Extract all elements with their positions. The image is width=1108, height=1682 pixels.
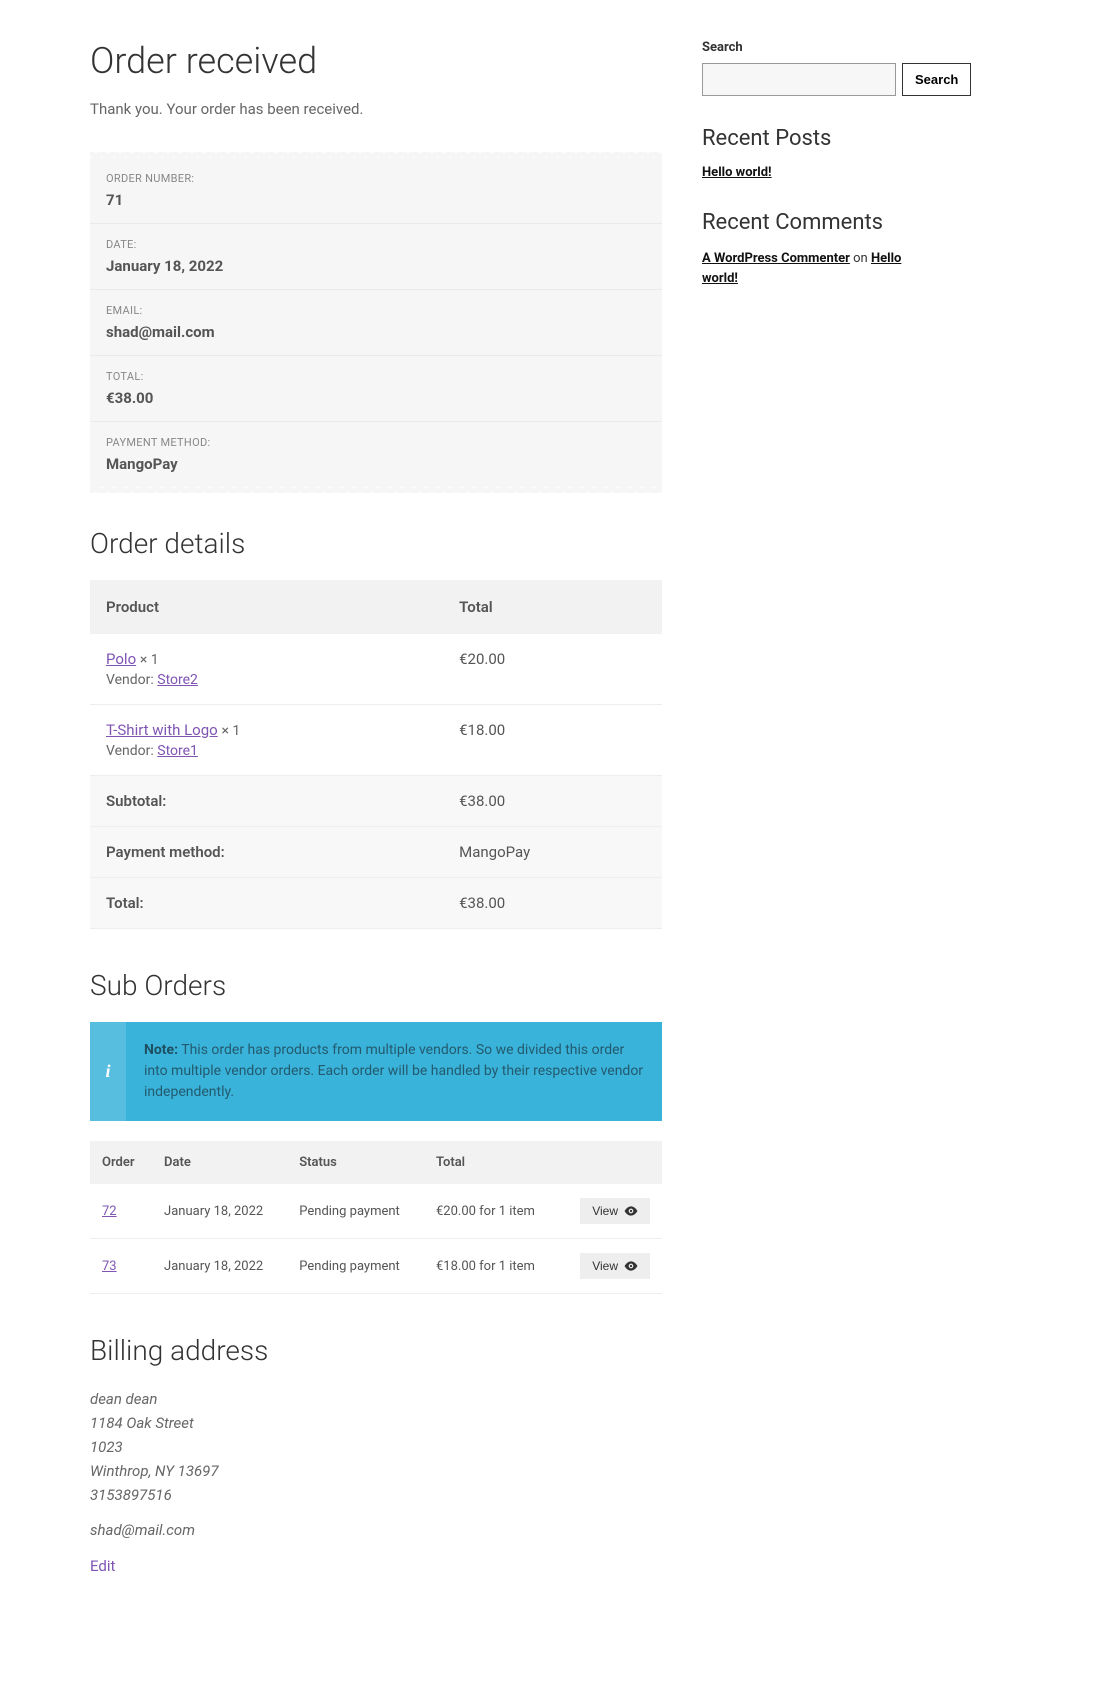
billing-line: 1023 <box>90 1438 123 1456</box>
recent-posts-heading: Recent Posts <box>702 126 902 151</box>
billing-address: dean dean 1184 Oak Street 1023 Winthrop,… <box>90 1387 662 1507</box>
order-overview: ORDER NUMBER: 71 DATE: January 18, 2022 … <box>90 158 662 487</box>
overview-value: €38.00 <box>106 389 646 407</box>
vendor-link[interactable]: Store1 <box>157 743 198 759</box>
subtotal-value: €38.00 <box>443 776 662 827</box>
sub-order-status: Pending payment <box>287 1184 424 1239</box>
sub-order-total: €18.00 for 1 item <box>424 1239 559 1294</box>
overview-value: 71 <box>106 191 646 209</box>
thankyou-message: Thank you. Your order has been received. <box>90 100 662 118</box>
vendor-link[interactable]: Store2 <box>157 672 198 688</box>
sub-orders-heading: Sub Orders <box>90 969 662 1002</box>
total-header: Total <box>443 580 662 634</box>
recent-comments-heading: Recent Comments <box>702 210 902 235</box>
product-qty: × 1 <box>140 652 159 668</box>
sub-order-date: January 18, 2022 <box>152 1184 287 1239</box>
billing-heading: Billing address <box>90 1334 662 1367</box>
vendor-label: Vendor: <box>106 672 154 688</box>
overview-label: PAYMENT METHOD: <box>106 436 646 449</box>
overview-label: EMAIL: <box>106 304 646 317</box>
product-total: €18.00 <box>443 705 662 776</box>
table-row: 72 January 18, 2022 Pending payment €20.… <box>90 1184 662 1239</box>
payment-method-label: Payment method: <box>90 827 443 878</box>
table-row: T-Shirt with Logo × 1 Vendor: Store1 €18… <box>90 705 662 776</box>
eye-icon <box>624 1261 638 1271</box>
billing-line: 1184 Oak Street <box>90 1414 194 1432</box>
billing-line: 3153897516 <box>90 1486 172 1504</box>
comment-author-link[interactable]: A WordPress Commenter <box>702 251 850 266</box>
search-input[interactable] <box>702 63 896 96</box>
sub-order-link[interactable]: 73 <box>102 1259 117 1274</box>
order-details-table: Product Total Polo × 1 Vendor: Store2 €2… <box>90 580 662 929</box>
total-header: Total <box>424 1141 559 1184</box>
recent-comment: A WordPress Commenter on Hello world! <box>702 249 902 288</box>
sub-orders-table: Order Date Status Total 72 January 18, 2… <box>90 1141 662 1294</box>
overview-value: MangoPay <box>106 455 646 473</box>
edit-link[interactable]: Edit <box>90 1557 115 1575</box>
billing-line: Winthrop, NY 13697 <box>90 1462 219 1480</box>
overview-value: shad@mail.com <box>106 323 646 341</box>
page-title: Order received <box>90 40 662 82</box>
total-label: Total: <box>90 878 443 929</box>
product-link[interactable]: Polo <box>106 650 136 668</box>
search-label: Search <box>702 40 902 55</box>
overview-email: EMAIL: shad@mail.com <box>90 290 662 356</box>
sub-order-status: Pending payment <box>287 1239 424 1294</box>
overview-date: DATE: January 18, 2022 <box>90 224 662 290</box>
sub-order-total: €20.00 for 1 item <box>424 1184 559 1239</box>
sub-orders-note: i Note: This order has products from mul… <box>90 1022 662 1121</box>
on-text: on <box>850 251 871 266</box>
total-value: €38.00 <box>443 878 662 929</box>
table-row: Polo × 1 Vendor: Store2 €20.00 <box>90 634 662 705</box>
overview-total: TOTAL: €38.00 <box>90 356 662 422</box>
view-label: View <box>592 1259 618 1273</box>
product-link[interactable]: T-Shirt with Logo <box>106 721 218 739</box>
product-header: Product <box>90 580 443 634</box>
view-button[interactable]: View <box>580 1253 650 1279</box>
product-qty: × 1 <box>221 723 240 739</box>
sub-order-date: January 18, 2022 <box>152 1239 287 1294</box>
search-button[interactable]: Search <box>902 63 971 96</box>
overview-payment-method: PAYMENT METHOD: MangoPay <box>90 422 662 487</box>
order-details-heading: Order details <box>90 527 662 560</box>
date-header: Date <box>152 1141 287 1184</box>
overview-label: DATE: <box>106 238 646 251</box>
overview-order-number: ORDER NUMBER: 71 <box>90 158 662 224</box>
overview-label: TOTAL: <box>106 370 646 383</box>
payment-method-value: MangoPay <box>443 827 662 878</box>
vendor-label: Vendor: <box>106 743 154 759</box>
table-row: 73 January 18, 2022 Pending payment €18.… <box>90 1239 662 1294</box>
billing-line: dean dean <box>90 1390 157 1408</box>
view-label: View <box>592 1204 618 1218</box>
note-label: Note: <box>144 1042 178 1058</box>
overview-value: January 18, 2022 <box>106 257 646 275</box>
order-header: Order <box>90 1141 152 1184</box>
view-button[interactable]: View <box>580 1198 650 1224</box>
sub-order-link[interactable]: 72 <box>102 1204 117 1219</box>
eye-icon <box>624 1206 638 1216</box>
billing-email: shad@mail.com <box>90 1521 662 1539</box>
overview-label: ORDER NUMBER: <box>106 172 646 185</box>
recent-post-link[interactable]: Hello world! <box>702 165 772 180</box>
subtotal-label: Subtotal: <box>90 776 443 827</box>
product-total: €20.00 <box>443 634 662 705</box>
info-icon: i <box>90 1022 126 1121</box>
note-text: This order has products from multiple ve… <box>144 1042 643 1100</box>
status-header: Status <box>287 1141 424 1184</box>
